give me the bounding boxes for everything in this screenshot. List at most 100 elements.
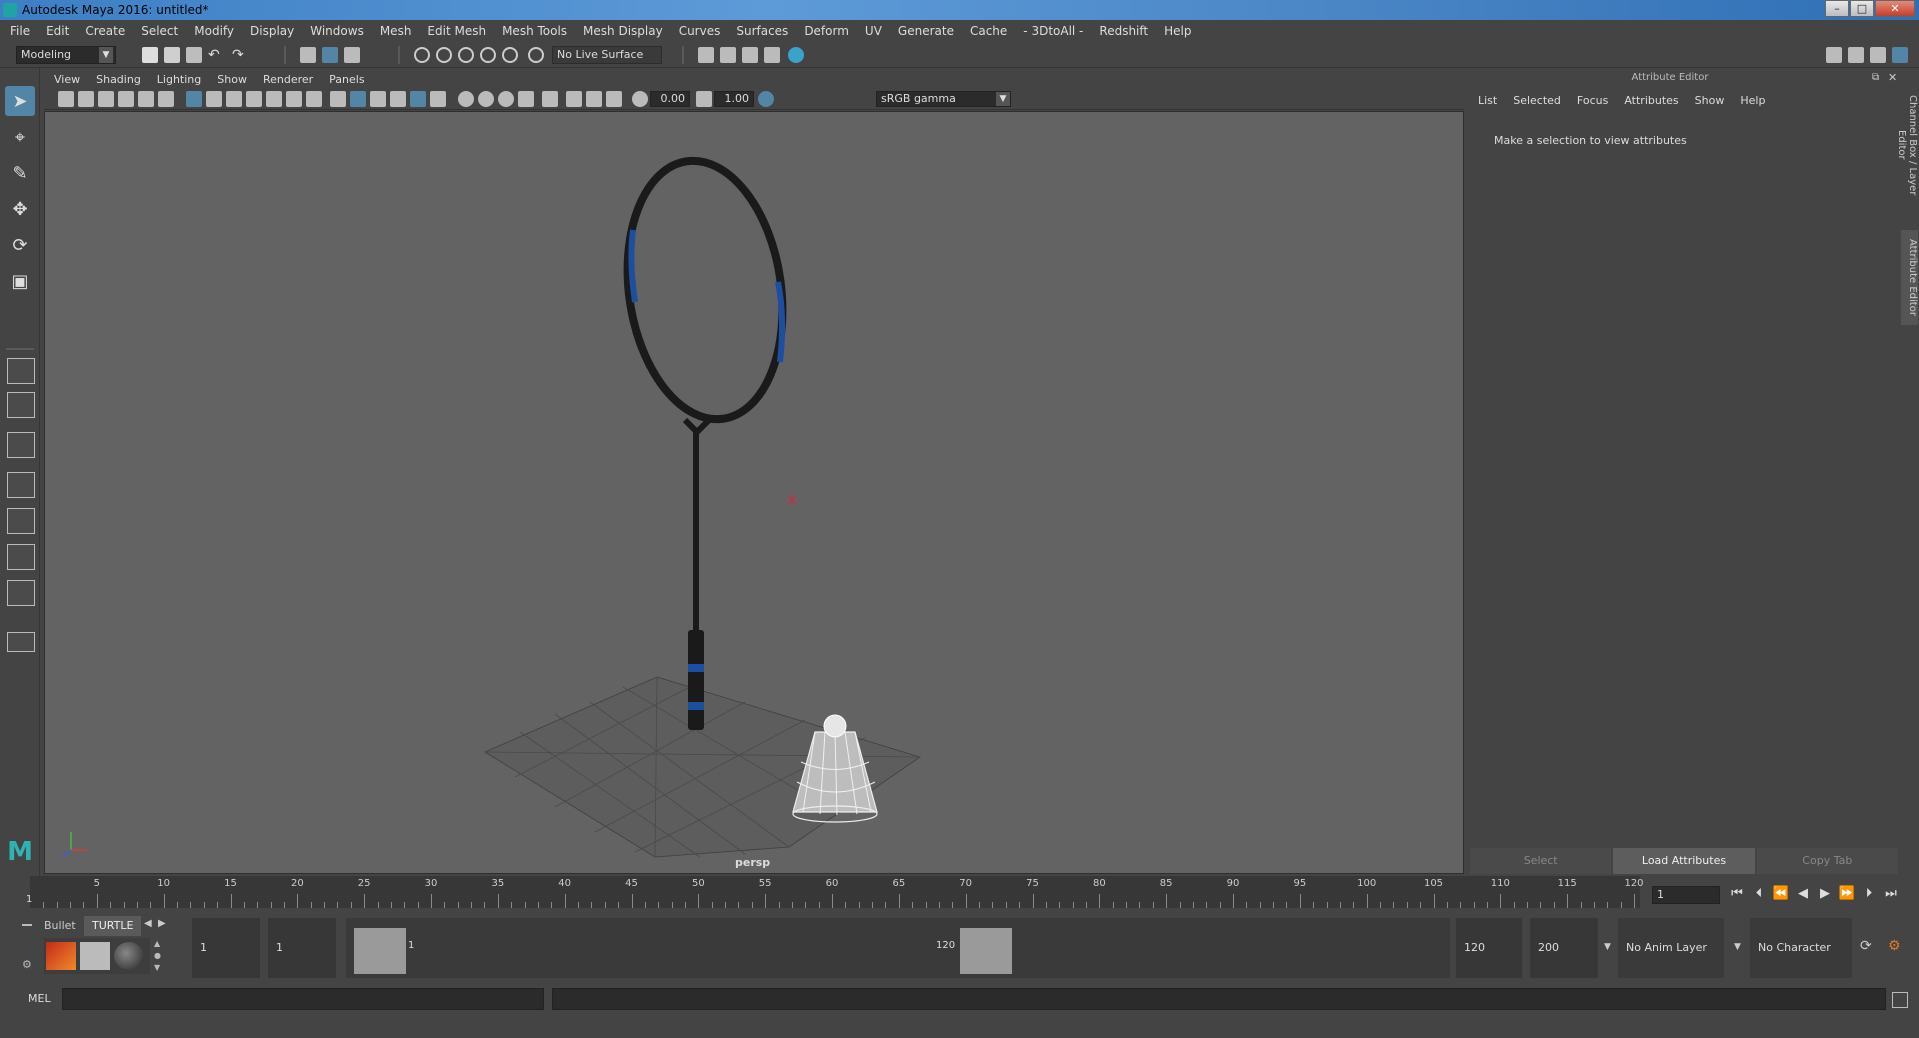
- menu-uv[interactable]: UV: [865, 24, 882, 38]
- time-ruler[interactable]: 5 10 15 20 25 30 35 40 45 50 55 60 65 70 75 80 85 90 95 100…: [30, 876, 1644, 908]
- snap-view-plane-icon[interactable]: [480, 47, 496, 63]
- move-tool-icon[interactable]: ✥: [5, 194, 35, 224]
- 2d-pan-zoom-icon[interactable]: [138, 91, 154, 107]
- menu-windows[interactable]: Windows: [310, 24, 364, 38]
- snap-grid-icon[interactable]: [414, 47, 430, 63]
- four-view-layout-icon[interactable]: [7, 392, 35, 418]
- animation-preferences-icon[interactable]: ⚙: [1888, 938, 1901, 954]
- script-editor-icon[interactable]: [1892, 992, 1908, 1008]
- perspective-viewport[interactable]: persp: [44, 111, 1464, 874]
- menu-set-selector[interactable]: Modeling ▼: [16, 46, 116, 64]
- color-management-icon[interactable]: [758, 91, 774, 107]
- menu-mesh[interactable]: Mesh: [380, 24, 412, 38]
- playback-start-field[interactable]: 1: [268, 918, 336, 978]
- safe-title-icon[interactable]: [306, 91, 322, 107]
- ae-copy-tab-button[interactable]: Copy Tab: [1756, 848, 1898, 874]
- menu-deform[interactable]: Deform: [804, 24, 849, 38]
- xray-joints-icon[interactable]: [586, 91, 602, 107]
- gamma-icon[interactable]: [696, 91, 712, 107]
- live-surface-field[interactable]: No Live Surface: [552, 46, 662, 64]
- ae-load-attributes-button[interactable]: Load Attributes: [1613, 848, 1755, 874]
- exposure-icon[interactable]: [632, 91, 648, 107]
- render-current-frame-icon[interactable]: [720, 47, 736, 63]
- step-back-frame-icon[interactable]: ⏴: [1750, 885, 1768, 903]
- ae-menu-attributes[interactable]: Attributes: [1624, 94, 1678, 107]
- gamma-field[interactable]: 1.00: [714, 91, 754, 107]
- live-surface-icon[interactable]: [528, 47, 544, 63]
- persp-outliner-layout-icon[interactable]: [7, 432, 35, 458]
- xray-icon[interactable]: [566, 91, 582, 107]
- panel-menu-panels[interactable]: Panels: [329, 73, 364, 86]
- undo-icon[interactable]: ↶: [208, 47, 224, 63]
- turtle-bake-icon[interactable]: [80, 942, 110, 970]
- grease-pencil-icon[interactable]: [158, 91, 174, 107]
- image-plane-icon[interactable]: [118, 91, 134, 107]
- safe-action-icon[interactable]: [286, 91, 302, 107]
- gate-mask-icon[interactable]: [246, 91, 262, 107]
- depth-of-field-icon[interactable]: [518, 91, 534, 107]
- bookmark-icon[interactable]: [98, 91, 114, 107]
- close-panel-icon[interactable]: ✕: [1888, 71, 1897, 84]
- paint-select-tool-icon[interactable]: ✎: [5, 158, 35, 188]
- menu-create[interactable]: Create: [85, 24, 125, 38]
- menu-mesh-tools[interactable]: Mesh Tools: [502, 24, 567, 38]
- panel-menu-show[interactable]: Show: [217, 73, 247, 86]
- single-perspective-layout-icon[interactable]: [7, 358, 35, 384]
- redo-icon[interactable]: ↷: [232, 47, 248, 63]
- select-by-component-icon[interactable]: [344, 47, 360, 63]
- go-to-end-icon[interactable]: ⏭: [1882, 885, 1900, 903]
- select-tool-icon[interactable]: ➤: [5, 86, 35, 116]
- anti-aliasing-icon[interactable]: [498, 91, 514, 107]
- menu-redshift[interactable]: Redshift: [1099, 24, 1148, 38]
- menu-select[interactable]: Select: [141, 24, 178, 38]
- time-slider[interactable]: 5 10 15 20 25 30 35 40 45 50 55 60 65 70 75 80 85 90 95 100…: [0, 876, 1919, 914]
- command-input[interactable]: [62, 988, 544, 1010]
- persp-uv-layout-icon[interactable]: [7, 544, 35, 570]
- resolution-gate-icon[interactable]: [226, 91, 242, 107]
- shelf-tab-bullet[interactable]: Bullet: [36, 916, 84, 936]
- rotate-tool-icon[interactable]: ⟳: [5, 230, 35, 260]
- camera-attributes-icon[interactable]: [78, 91, 94, 107]
- grid-icon[interactable]: [186, 91, 202, 107]
- scale-tool-icon[interactable]: ▣: [5, 266, 35, 296]
- persp-graph-layout-icon[interactable]: [7, 472, 35, 498]
- anim-layer-selector[interactable]: No Anim Layer: [1618, 918, 1724, 978]
- attribute-editor-toggle-icon[interactable]: [1848, 47, 1864, 63]
- menu-3dtoall[interactable]: - 3DtoAll -: [1023, 24, 1083, 38]
- view-transform-selector[interactable]: sRGB gamma ▼: [876, 91, 1011, 107]
- channel-box-tab[interactable]: Channel Box / Layer Editor: [1896, 80, 1918, 210]
- step-back-key-icon[interactable]: ⏪: [1772, 885, 1790, 903]
- snap-curve-icon[interactable]: [436, 47, 452, 63]
- script-language-label[interactable]: MEL: [28, 992, 51, 1005]
- lights-icon[interactable]: [410, 91, 426, 107]
- render-view-icon[interactable]: [698, 47, 714, 63]
- tool-settings-icon[interactable]: [1870, 47, 1886, 63]
- ae-menu-list[interactable]: List: [1478, 94, 1497, 107]
- minimize-button[interactable]: –: [1825, 0, 1849, 17]
- range-slider-track[interactable]: 1 120: [346, 918, 1450, 978]
- new-scene-icon[interactable]: [142, 47, 158, 63]
- step-forward-frame-icon[interactable]: ⏵: [1860, 885, 1878, 903]
- open-scene-icon[interactable]: [164, 47, 180, 63]
- play-backward-icon[interactable]: ◀: [1794, 885, 1812, 903]
- menu-help[interactable]: Help: [1164, 24, 1191, 38]
- ipr-render-icon[interactable]: [742, 47, 758, 63]
- menu-edit[interactable]: Edit: [46, 24, 69, 38]
- menu-curves[interactable]: Curves: [679, 24, 721, 38]
- ae-menu-focus[interactable]: Focus: [1577, 94, 1608, 107]
- custom-layout-icon[interactable]: [7, 580, 35, 606]
- snap-surface-icon[interactable]: [502, 47, 518, 63]
- current-frame-field[interactable]: 1: [1652, 886, 1720, 904]
- ae-menu-show[interactable]: Show: [1695, 94, 1725, 107]
- shelf-tab-turtle[interactable]: TURTLE: [84, 916, 142, 936]
- ae-select-button[interactable]: Select: [1470, 848, 1612, 874]
- close-button[interactable]: ✕: [1875, 0, 1915, 17]
- lasso-tool-icon[interactable]: ⌖: [5, 122, 35, 152]
- isolate-select-icon[interactable]: [542, 91, 558, 107]
- float-panel-icon[interactable]: ⧉: [1872, 72, 1879, 83]
- go-to-start-icon[interactable]: ⏮: [1728, 885, 1746, 903]
- turtle-shader-icon[interactable]: [114, 942, 144, 970]
- ambient-occlusion-icon[interactable]: [458, 91, 474, 107]
- menu-display[interactable]: Display: [250, 24, 294, 38]
- animation-start-field[interactable]: 1: [192, 918, 260, 978]
